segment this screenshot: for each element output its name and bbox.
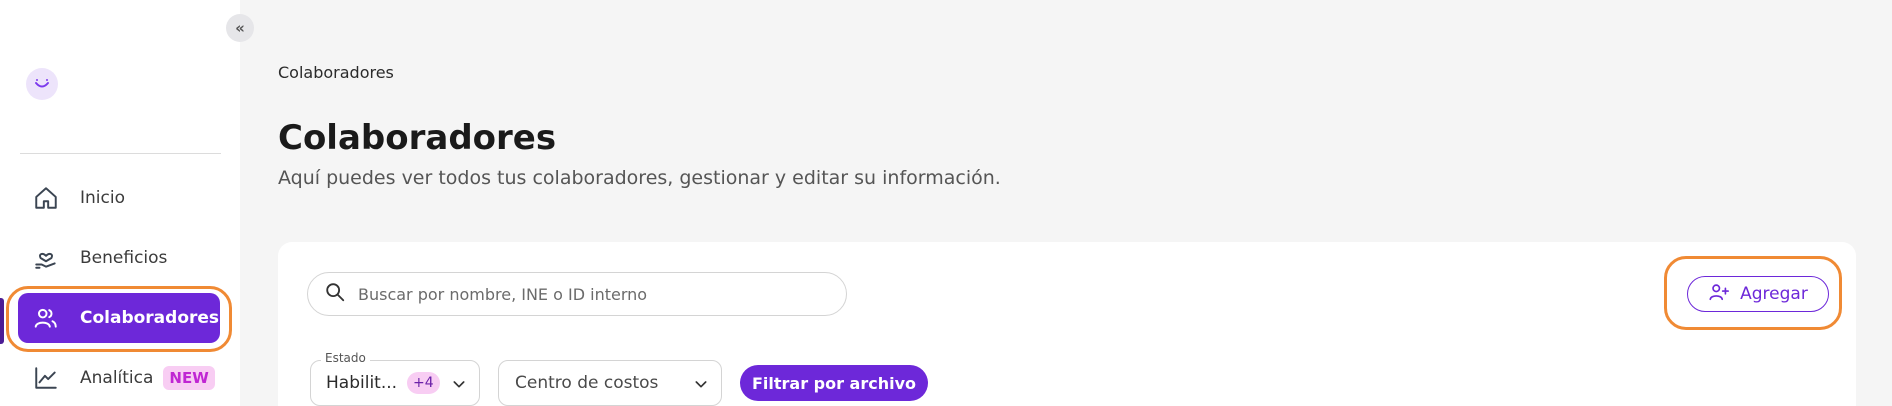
estado-filter-value: Habilit... (326, 373, 398, 393)
sidebar-item-label: Analítica (80, 368, 154, 388)
sidebar: Inicio Beneficios Colaboradores Analític… (0, 0, 240, 406)
sidebar-item-analitica[interactable]: Analítica NEW (18, 353, 220, 403)
add-button-label: Agregar (1740, 284, 1808, 304)
chevron-down-icon (451, 376, 467, 396)
estado-filter-legend: Estado (321, 351, 370, 365)
page-title: Colaboradores (278, 118, 557, 158)
sidebar-item-label: Beneficios (80, 248, 168, 268)
user-plus-icon (1708, 281, 1730, 308)
estado-extra-count: +4 (407, 372, 440, 394)
breadcrumb[interactable]: Colaboradores (278, 63, 394, 82)
users-icon (32, 304, 60, 332)
page-subtitle: Aquí puedes ver todos tus colaboradores,… (278, 167, 1001, 189)
centro-costos-placeholder: Centro de costos (515, 373, 659, 393)
sidebar-item-colaboradores[interactable]: Colaboradores (18, 293, 220, 343)
estado-filter-select[interactable]: Estado Habilit... +4 (310, 351, 480, 406)
filter-by-file-button[interactable]: Filtrar por archivo (740, 365, 928, 401)
sidebar-divider (20, 153, 221, 154)
search-input[interactable] (358, 284, 828, 304)
sidebar-item-inicio[interactable]: Inicio (18, 173, 220, 223)
logo-smiley-icon (26, 68, 58, 100)
new-badge: NEW (163, 366, 215, 390)
centro-costos-select[interactable]: Centro de costos (498, 360, 722, 406)
search-icon (324, 281, 346, 307)
add-collaborator-button[interactable]: Agregar (1687, 276, 1829, 312)
active-item-indicator (0, 298, 4, 344)
sidebar-item-label: Inicio (80, 188, 125, 208)
search-box[interactable] (307, 272, 847, 316)
collapse-sidebar-button[interactable]: « (226, 14, 254, 42)
hand-heart-icon (32, 244, 60, 272)
chevron-down-icon (693, 376, 709, 396)
chart-line-icon (32, 364, 60, 392)
sidebar-item-label: Colaboradores (80, 308, 220, 328)
home-icon (32, 184, 60, 212)
sidebar-item-beneficios[interactable]: Beneficios (18, 233, 220, 283)
